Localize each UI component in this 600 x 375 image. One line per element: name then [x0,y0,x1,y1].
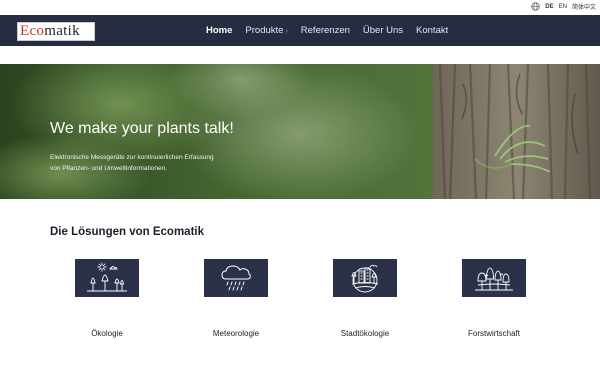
hero-subtitle: Elektronische Messgeräte zur kontinuierl… [50,152,280,174]
nav-item-kontakt[interactable]: Kontakt [416,25,448,36]
nav-item-produkte-label: Produkte [245,25,284,36]
globe-icon[interactable] [531,2,540,11]
logo-text-matik: matik [44,23,80,39]
main-navbar: Eco matik Home Produkte › Referenzen Über … [0,15,600,46]
ecomatik-logo[interactable]: Eco matik [17,22,95,41]
solution-label-oekologie[interactable]: Ökologie [52,329,162,338]
forestry-icon [475,267,513,291]
language-de-link[interactable]: DE [545,4,553,10]
chevron-right-icon: › [285,28,288,35]
solutions-heading: Die Lösungen von Ecomatik [50,226,204,238]
solution-card-oekologie[interactable] [75,259,139,297]
hero-title: We make your plants talk! [50,120,234,137]
nav-item-ueber-uns[interactable]: Über Uns [363,25,403,36]
solution-label-meteorologie[interactable]: Meteorologie [181,329,291,338]
hero-subtitle-line-1: Elektronische Messgeräte zur kontinuierl… [50,154,214,161]
solution-label-forstwirtschaft[interactable]: Forstwirtschaft [439,329,549,338]
solution-card-meteorologie[interactable] [204,259,268,297]
solution-card-stadtoekologie[interactable] [333,259,397,297]
urban-ecology-icon [351,264,379,293]
main-menu: Home Produkte › Referenzen Über Uns Konta… [206,15,448,46]
language-bar: DE EN 简体中文 [0,0,600,14]
nav-item-produkte[interactable]: Produkte › [245,25,287,36]
meteorology-icon [221,265,251,291]
nav-item-referenzen[interactable]: Referenzen [301,25,350,36]
language-switcher: DE EN 简体中文 [531,2,596,11]
nav-item-home[interactable]: Home [206,25,232,36]
solution-label-stadtoekologie[interactable]: Stadtökologie [310,329,420,338]
language-en-link[interactable]: EN [559,4,567,10]
logo-text-eco: Eco [20,23,45,39]
solution-card-forstwirtschaft[interactable] [462,259,526,297]
ecology-icon [87,262,127,292]
language-zh-link[interactable]: 简体中文 [572,2,596,11]
hero-subtitle-line-2: von Pflanzen- und Umweltinformationen. [50,165,168,172]
